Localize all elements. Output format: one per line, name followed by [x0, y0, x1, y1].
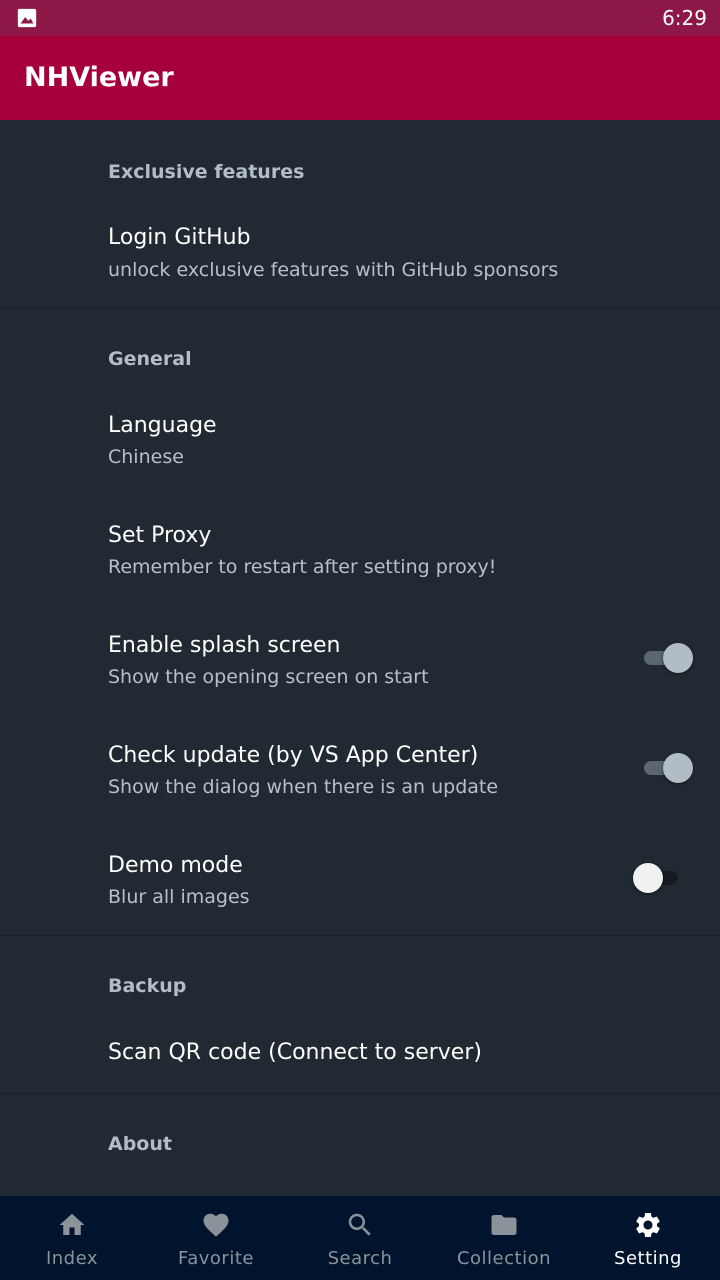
heart-icon	[203, 1213, 229, 1237]
folder-icon	[491, 1215, 517, 1235]
check-update-switch[interactable]	[636, 748, 696, 788]
app-title: NHViewer	[24, 62, 174, 93]
check-update-summary: Show the dialog when there is an update	[108, 776, 499, 798]
demo-mode-switch[interactable]	[633, 858, 696, 898]
settings-list[interactable]: Exclusive features Login GitHub unlock e…	[0, 120, 720, 1196]
demo-mode-title: Demo mode	[108, 853, 243, 878]
nav-item-setting[interactable]: Setting	[576, 1196, 720, 1280]
nav-item-index[interactable]: Index	[0, 1196, 144, 1280]
gear-icon	[636, 1213, 660, 1237]
nav-label-setting: Setting	[614, 1248, 682, 1269]
bottom-navigation: Index Favorite Search Collection Setting	[0, 1196, 720, 1280]
set-proxy-title: Set Proxy	[108, 523, 212, 548]
section-header-about: About	[108, 1133, 172, 1155]
demo-mode-summary: Blur all images	[108, 886, 250, 908]
nav-item-favorite[interactable]: Favorite	[144, 1196, 288, 1280]
nav-item-search[interactable]: Search	[288, 1196, 432, 1280]
section-divider	[0, 935, 720, 936]
splash-screen-summary: Show the opening screen on start	[108, 666, 429, 688]
nav-label-favorite: Favorite	[178, 1248, 254, 1269]
section-divider	[0, 308, 720, 309]
language-summary: Chinese	[108, 446, 184, 468]
nav-label-index: Index	[45, 1248, 99, 1269]
language-title: Language	[108, 413, 217, 438]
status-bar: 6:29	[0, 0, 720, 36]
splash-screen-switch[interactable]	[636, 638, 696, 678]
image-icon	[17, 8, 37, 28]
nav-label-search: Search	[327, 1248, 393, 1269]
login-github-summary: unlock exclusive features with GitHub sp…	[108, 259, 559, 281]
set-proxy-summary: Remember to restart after setting proxy!	[108, 556, 497, 578]
splash-screen-title: Enable splash screen	[108, 633, 341, 658]
search-icon	[348, 1213, 371, 1236]
section-header-general: General	[108, 348, 192, 370]
check-update-title: Check update (by VS App Center)	[108, 743, 479, 768]
login-github-title: Login GitHub	[108, 225, 251, 250]
switch-thumb	[663, 643, 693, 673]
switch-thumb	[633, 863, 663, 893]
status-time: 6:29	[662, 6, 707, 30]
app-bar: NHViewer	[0, 36, 720, 120]
home-icon	[59, 1213, 85, 1235]
section-header-exclusive: Exclusive features	[108, 161, 305, 183]
switch-thumb	[663, 753, 693, 783]
nav-label-collection: Collection	[456, 1248, 552, 1269]
section-header-backup: Backup	[108, 975, 187, 997]
scan-qr-title: Scan QR code (Connect to server)	[108, 1040, 482, 1065]
section-divider	[0, 1093, 720, 1094]
nav-item-collection[interactable]: Collection	[432, 1196, 576, 1280]
